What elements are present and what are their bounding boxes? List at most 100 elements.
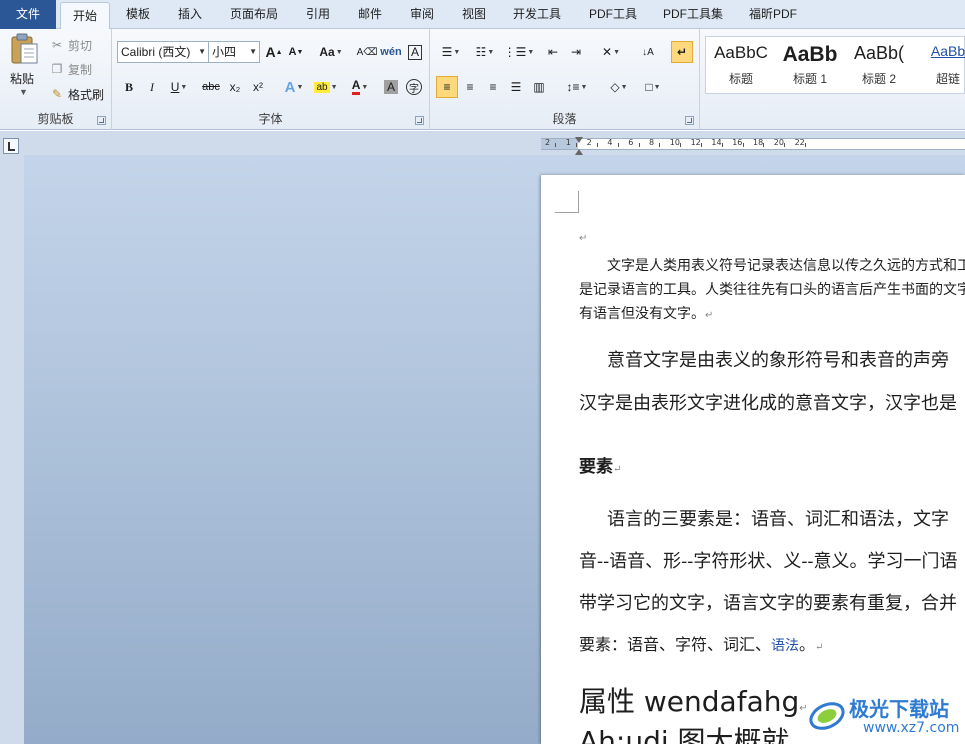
tab-template[interactable]: 模板 (124, 0, 152, 29)
style-title[interactable]: AaBbC 标题 (708, 39, 774, 91)
strikethrough-button[interactable]: abc (198, 76, 224, 98)
superscript-button[interactable]: x² (247, 76, 269, 98)
scissors-icon: ✂ (51, 38, 63, 52)
border-icon: □ (645, 80, 653, 94)
font-color-button[interactable]: A ▼ (344, 76, 376, 98)
grow-font-button[interactable]: A ▲ (263, 41, 285, 63)
ruler-tick (576, 143, 578, 147)
char-border-button[interactable]: A (404, 41, 426, 63)
italic-button[interactable]: I (141, 76, 163, 98)
copy-button[interactable]: ❐ 复制 (50, 59, 92, 79)
tab-references[interactable]: 引用 (304, 0, 332, 29)
paragraph-mark: ↵ (613, 464, 622, 475)
para1-line3: 有语言但没有文字。↵ (579, 303, 713, 323)
paragraph-group-label: 段落 (552, 112, 577, 126)
para3-line4-end: 。 (799, 635, 816, 654)
ruler-tick (680, 143, 682, 147)
tab-home[interactable]: 开始 (60, 2, 110, 30)
first-line-indent-marker[interactable] (575, 137, 583, 143)
big-line-2: Ah;udi 图太概就 (579, 725, 790, 744)
line-spacing-icon: ↕≡ (566, 80, 580, 94)
sort-button[interactable]: ↓A (637, 41, 659, 63)
shrink-font-button[interactable]: A ▼ (285, 41, 307, 63)
ruler-tick-label: 18 (753, 138, 764, 147)
distributed-button[interactable]: ▥ (528, 76, 550, 98)
section-heading: 要素↵ (579, 452, 621, 477)
font-color-icon: A (351, 79, 361, 95)
clear-format-button[interactable]: A⌫ (356, 41, 378, 63)
align-right-button[interactable]: ≡ (482, 76, 504, 98)
style-name: 标题 (728, 72, 753, 86)
text-effects-button[interactable]: A ▼ (279, 76, 309, 98)
font-name-select[interactable]: Calibri (西文) ▼ (117, 41, 209, 63)
style-hyperlink[interactable]: AaBb 超链 (915, 39, 965, 91)
big-line-1-text: 属性 wendafahg (579, 685, 800, 718)
chinese-layout-button[interactable]: ✕ ▼ (596, 41, 626, 63)
chinese-layout-icon: ✕ (602, 45, 613, 59)
bullets-button[interactable]: ☰ ▼ (436, 41, 466, 63)
justify-icon: ☰ (510, 80, 522, 94)
font-size-select[interactable]: 小四 ▼ (208, 41, 260, 63)
ruler-tick-label: 4 (607, 138, 613, 147)
change-case-icon: Aa (319, 45, 335, 59)
aurora-logo-icon (809, 702, 845, 730)
horizontal-ruler[interactable]: 2 1 2 4 6 8 10 12 14 16 18 20 22 (541, 138, 965, 150)
chevron-down-icon: ▼ (198, 47, 206, 56)
shading-button[interactable]: ◇ ▼ (604, 76, 634, 98)
section-heading-text: 要素 (579, 457, 613, 477)
ruler-tick (555, 143, 557, 147)
tab-insert[interactable]: 插入 (176, 0, 204, 29)
style-heading-2[interactable]: AaBb( 标题 2 (846, 39, 912, 91)
align-center-button[interactable]: ≡ (459, 76, 481, 98)
change-case-button[interactable]: Aa ▼ (316, 41, 346, 63)
tab-developer[interactable]: 开发工具 (511, 0, 563, 29)
tab-stop-selector[interactable] (3, 138, 19, 154)
ruler-tick (638, 143, 640, 147)
justify-button[interactable]: ☰ (505, 76, 527, 98)
highlight-button[interactable]: ab ▼ (310, 76, 342, 98)
document-page[interactable]: ↵ 文字是人类用表义符号记录表达信息以传之久远的方式和工 是记录语言的工具。人类… (541, 175, 965, 744)
tab-pdf-tools[interactable]: PDF工具 (587, 0, 639, 29)
multilevel-list-button[interactable]: ⋮☰ ▼ (504, 41, 535, 63)
tab-file[interactable]: 文件 (0, 0, 56, 29)
tab-page-layout[interactable]: 页面布局 (228, 0, 280, 29)
char-shading-button[interactable]: A (380, 76, 402, 98)
underline-button[interactable]: U ▼ (164, 76, 194, 98)
grammar-link[interactable]: 语法 (771, 638, 799, 654)
decrease-indent-button[interactable]: ⇤ (542, 41, 564, 63)
indent-icon: ⇥ (570, 45, 582, 59)
paragraph-dialog-launcher[interactable] (685, 116, 694, 125)
ruler-tick-label: 8 (649, 138, 655, 147)
format-painter-button[interactable]: ✎ 格式刷 (50, 84, 104, 104)
tab-mailings[interactable]: 邮件 (356, 0, 384, 29)
line-spacing-button[interactable]: ↕≡ ▼ (562, 76, 592, 98)
increase-indent-button[interactable]: ⇥ (565, 41, 587, 63)
align-left-button[interactable]: ≡ (436, 76, 458, 98)
subscript-button[interactable]: x₂ (224, 76, 246, 98)
style-sample: AaBbC (714, 43, 768, 62)
site-watermark: 极光下载站 www.xz7.com (805, 690, 965, 744)
numbering-button[interactable]: ☷ ▼ (470, 41, 500, 63)
tab-review[interactable]: 审阅 (408, 0, 436, 29)
tab-view[interactable]: 视图 (460, 0, 488, 29)
cut-button[interactable]: ✂ 剪切 (50, 35, 92, 55)
ruler-tick-label: 20 (773, 138, 784, 147)
tab-pdf-toolset[interactable]: PDF工具集 (661, 0, 725, 29)
distributed-icon: ▥ (533, 80, 545, 94)
outdent-icon: ⇤ (547, 45, 559, 59)
ruler-tick-label: 22 (794, 138, 805, 147)
clipboard-dialog-launcher[interactable] (97, 116, 106, 125)
para2-line2: 汉字是由表形文字进化成的意音文字，汉字也是 (579, 393, 957, 414)
para2-line1: 意音文字是由表义的象形符号和表音的声旁 (607, 350, 949, 371)
enclose-char-button[interactable]: 字 (403, 76, 425, 98)
ruler-tick (784, 143, 786, 147)
show-marks-button[interactable]: ↵ (671, 41, 693, 63)
phonetic-guide-button[interactable]: wén (380, 41, 402, 63)
text-effects-icon: A (284, 78, 296, 96)
bullet-list-icon: ☰ (441, 45, 453, 59)
tab-foxit-pdf[interactable]: 福昕PDF (747, 0, 799, 29)
style-heading-1[interactable]: AaBb 标题 1 (777, 39, 843, 91)
font-dialog-launcher[interactable] (415, 116, 424, 125)
bold-button[interactable]: B (118, 76, 140, 98)
borders-button[interactable]: □ ▼ (638, 76, 668, 98)
